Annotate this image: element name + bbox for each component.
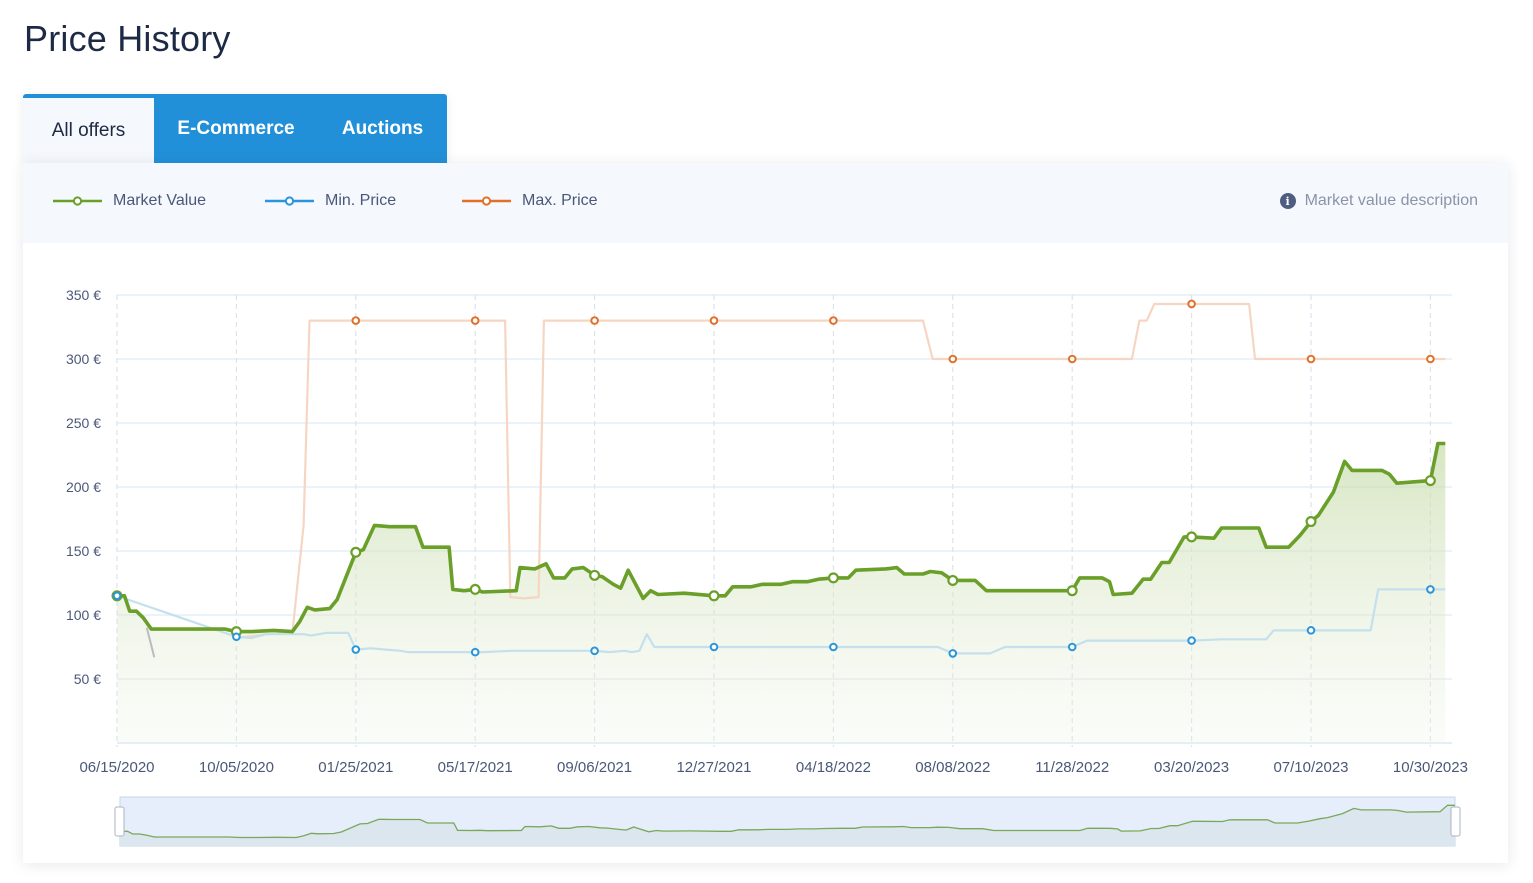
- max-price-point[interactable]: [590, 316, 599, 325]
- market-value-point[interactable]: [947, 574, 959, 586]
- min-price-point[interactable]: [351, 645, 361, 654]
- market-value-point[interactable]: [1305, 516, 1317, 528]
- market-value-point[interactable]: [589, 569, 601, 581]
- min-price-point[interactable]: [112, 591, 122, 601]
- market-value-area: [117, 443, 1446, 743]
- market-value-point[interactable]: [469, 583, 481, 595]
- tab-bar: All offers E-Commerce Auctions: [23, 94, 447, 163]
- y-tick-label: 350 €: [66, 287, 101, 303]
- min-price-point[interactable]: [1067, 642, 1077, 652]
- tab-e-commerce[interactable]: E-Commerce: [154, 94, 318, 163]
- min-price-point[interactable]: [590, 646, 599, 656]
- max-price-point[interactable]: [1187, 299, 1196, 309]
- tab-auctions[interactable]: Auctions: [318, 94, 447, 163]
- y-tick-label: 150 €: [66, 543, 101, 559]
- navigator: [114, 796, 1461, 847]
- x-tick-label: 08/08/2022: [915, 759, 990, 776]
- max-price-point[interactable]: [829, 316, 838, 325]
- y-tick-label: 50 €: [74, 671, 101, 687]
- max-price-point[interactable]: [470, 316, 480, 325]
- min-price-point[interactable]: [709, 642, 719, 652]
- min-price-point[interactable]: [1187, 636, 1196, 645]
- x-tick-label: 12/27/2021: [676, 759, 751, 776]
- market-value-point[interactable]: [708, 590, 720, 602]
- min-price-point[interactable]: [948, 649, 958, 658]
- y-tick-label: 200 €: [66, 479, 101, 495]
- tab-all-offers[interactable]: All offers: [23, 98, 154, 163]
- y-tick-label: 300 €: [66, 351, 101, 367]
- min-price-point[interactable]: [829, 642, 838, 652]
- page-title: Price History: [24, 18, 231, 59]
- min-price-point[interactable]: [232, 632, 241, 642]
- price-history-card: Market Value Min. Price Max. Price i Mar…: [23, 163, 1508, 863]
- max-price-point[interactable]: [1067, 354, 1077, 364]
- x-tick-label: 03/20/2023: [1154, 759, 1229, 776]
- x-tick-label: 09/06/2021: [557, 759, 632, 776]
- min-price-point[interactable]: [1306, 626, 1316, 635]
- x-tick-label: 10/30/2023: [1393, 759, 1468, 776]
- x-tick-label: 05/17/2021: [438, 759, 513, 776]
- x-tick-label: 10/05/2020: [199, 759, 274, 776]
- market-value-point[interactable]: [1066, 585, 1078, 597]
- price-chart[interactable]: 50 € 100 € 150 € 200 € 250 € 300 € 350 € 06/15/…: [23, 163, 1508, 863]
- max-price-point[interactable]: [1306, 354, 1316, 364]
- x-tick-label: 04/18/2022: [796, 759, 871, 776]
- min-price-point[interactable]: [470, 647, 480, 657]
- max-price-point[interactable]: [948, 354, 958, 364]
- y-tick-label: 250 €: [66, 415, 101, 431]
- x-tick-label: 11/28/2022: [1035, 759, 1109, 776]
- min-price-point[interactable]: [1426, 585, 1435, 594]
- x-tick-label: 07/10/2023: [1273, 759, 1348, 776]
- x-tick-label: 06/15/2020: [79, 759, 154, 776]
- max-price-point[interactable]: [351, 316, 361, 325]
- market-value-point[interactable]: [1186, 531, 1198, 543]
- market-value-point[interactable]: [350, 546, 362, 558]
- max-price-point[interactable]: [709, 316, 719, 325]
- max-price-point[interactable]: [1426, 354, 1435, 364]
- market-value-point[interactable]: [827, 572, 839, 584]
- market-value-point[interactable]: [1424, 475, 1436, 487]
- x-tick-label: 01/25/2021: [318, 759, 393, 776]
- navigator-handle-right[interactable]: [1450, 806, 1461, 837]
- series-layer: [116, 302, 1446, 743]
- y-tick-label: 100 €: [66, 607, 101, 623]
- navigator-handle-left[interactable]: [114, 806, 125, 837]
